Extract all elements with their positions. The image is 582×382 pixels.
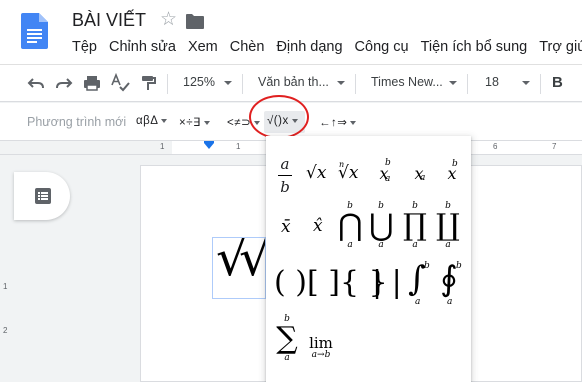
sub-superscript-option[interactable]: x b a	[374, 159, 394, 184]
union-symbol: ⋃	[369, 208, 394, 243]
vertical-ruler-number: 1	[3, 282, 8, 291]
limit-label: lim	[309, 334, 333, 352]
chevron-down-icon	[161, 118, 168, 123]
fraction-option[interactable]: a b	[278, 155, 292, 196]
toolbar-divider	[540, 74, 541, 94]
subscript-option[interactable]: x a	[409, 166, 429, 183]
toolbar-divider	[467, 74, 468, 94]
new-equation-button[interactable]: Phương trình mới	[27, 115, 126, 129]
print-icon[interactable]	[83, 73, 101, 93]
undo-icon[interactable]	[27, 73, 45, 93]
brackets-option[interactable]: [ ]	[307, 268, 340, 298]
title-area: BÀI VIẾT ☆ Tệp Chỉnh sửa Xem Chèn Định d…	[0, 0, 582, 64]
vertical-ruler[interactable]: 1 2	[0, 156, 14, 382]
superscript-b: b	[452, 159, 458, 169]
ruler-number: 7	[552, 142, 557, 151]
intersection-symbol: ⋂	[338, 208, 363, 243]
menu-tools[interactable]: Công cụ	[355, 38, 409, 58]
square-root-option[interactable]: √x	[306, 165, 326, 182]
menu-edit[interactable]: Chỉnh sửa	[109, 38, 176, 58]
summation-symbol: ∑	[276, 321, 298, 356]
spellcheck-icon[interactable]	[111, 73, 131, 93]
vertical-ruler-number: 2	[3, 326, 8, 335]
list-icon	[35, 188, 51, 204]
document-outline-button[interactable]	[14, 172, 70, 220]
menu-addons[interactable]: Tiện ích bổ sung	[421, 38, 528, 58]
bold-button[interactable]: B	[552, 74, 563, 91]
upper-limit: b	[456, 261, 462, 271]
union-option[interactable]: b ⋃ a	[369, 202, 394, 250]
ruler-number: 1	[160, 142, 165, 151]
paint-format-icon[interactable]	[139, 73, 157, 93]
menu-file[interactable]: Tệp	[72, 38, 97, 58]
menu-format[interactable]: Định dạng	[276, 38, 342, 58]
folder-icon[interactable]	[186, 13, 204, 29]
superscript-b: b	[385, 158, 391, 168]
fraction-bar	[278, 175, 292, 176]
fraction-denominator: b	[280, 178, 290, 196]
product-option[interactable]: b ∏ a	[403, 202, 427, 250]
bar-option[interactable]: x̄	[281, 219, 291, 236]
chevron-down-icon	[203, 120, 210, 125]
nth-root-option[interactable]: n √x	[338, 161, 358, 182]
limit-option[interactable]: lim a→b	[306, 336, 336, 360]
indent-marker-icon[interactable]	[204, 143, 214, 149]
coproduct-option[interactable]: b ∐ a	[436, 202, 460, 250]
font-size-caret-icon	[522, 81, 530, 85]
subscript-a: a	[420, 173, 426, 183]
square-root-label: √x	[306, 163, 327, 183]
arrows-menu[interactable]: ←↑⇒	[319, 115, 357, 129]
absolute-value-option[interactable]: | |	[372, 268, 402, 298]
arrows-label: ←↑⇒	[319, 117, 348, 129]
hat-option[interactable]: x̂	[313, 218, 323, 235]
toolbar-divider	[355, 74, 356, 94]
lower-limit: a	[415, 297, 421, 307]
style-caret-icon	[337, 81, 345, 85]
superscript-option[interactable]: x b	[442, 160, 462, 182]
paragraph-style-select[interactable]: Văn bản th...	[258, 75, 329, 89]
font-caret-icon	[449, 81, 457, 85]
subscript-a: a	[385, 174, 391, 184]
integral-option[interactable]: ∫ b a	[404, 261, 430, 307]
highlight-circle	[249, 95, 309, 139]
coproduct-symbol: ∐	[436, 208, 460, 243]
summation-option[interactable]: b ∑ a	[274, 315, 300, 363]
font-size-select[interactable]: 18	[485, 75, 499, 89]
menu-insert[interactable]: Chèn	[230, 38, 265, 58]
font-select[interactable]: Times New...	[371, 75, 443, 89]
fraction-numerator: a	[280, 155, 290, 173]
greek-letters-label: αβΔ	[136, 115, 159, 127]
document-title[interactable]: BÀI VIẾT	[72, 10, 146, 31]
redo-icon[interactable]	[55, 73, 73, 93]
ruler-number: 1	[236, 142, 241, 151]
equation-box[interactable]: √ √	[212, 237, 266, 299]
menu-help[interactable]: Trợ giú	[539, 38, 582, 58]
lower-limit: a	[447, 297, 453, 307]
toolbar-divider	[242, 74, 243, 94]
menu-view[interactable]: Xem	[188, 38, 218, 58]
product-symbol: ∏	[403, 208, 427, 243]
contour-integral-option[interactable]: ∮ b a	[436, 261, 462, 307]
star-icon[interactable]: ☆	[160, 10, 177, 29]
relations-label: <≠⊃	[227, 117, 252, 129]
greek-letters-menu[interactable]: αβΔ	[136, 115, 168, 127]
zoom-caret-icon	[224, 81, 232, 85]
toolbar-divider	[167, 74, 168, 94]
limit-subscript: a→b	[311, 350, 331, 360]
upper-limit: b	[424, 261, 430, 271]
ruler-number: 6	[493, 142, 498, 151]
misc-operations-label: ×÷∃	[179, 117, 201, 129]
google-docs-logo-icon[interactable]	[21, 13, 48, 49]
zoom-select[interactable]: 125%	[183, 75, 215, 89]
misc-operations-menu[interactable]: ×÷∃	[179, 115, 210, 129]
intersection-option[interactable]: b ⋂ a	[338, 202, 363, 250]
menu-bar: Tệp Chỉnh sửa Xem Chèn Định dạng Công cụ…	[72, 38, 582, 58]
chevron-down-icon	[350, 120, 357, 125]
equation-preview-overflow: √	[239, 238, 265, 283]
nth-root-index: n	[339, 160, 345, 169]
parentheses-option[interactable]: ( )	[274, 268, 307, 298]
